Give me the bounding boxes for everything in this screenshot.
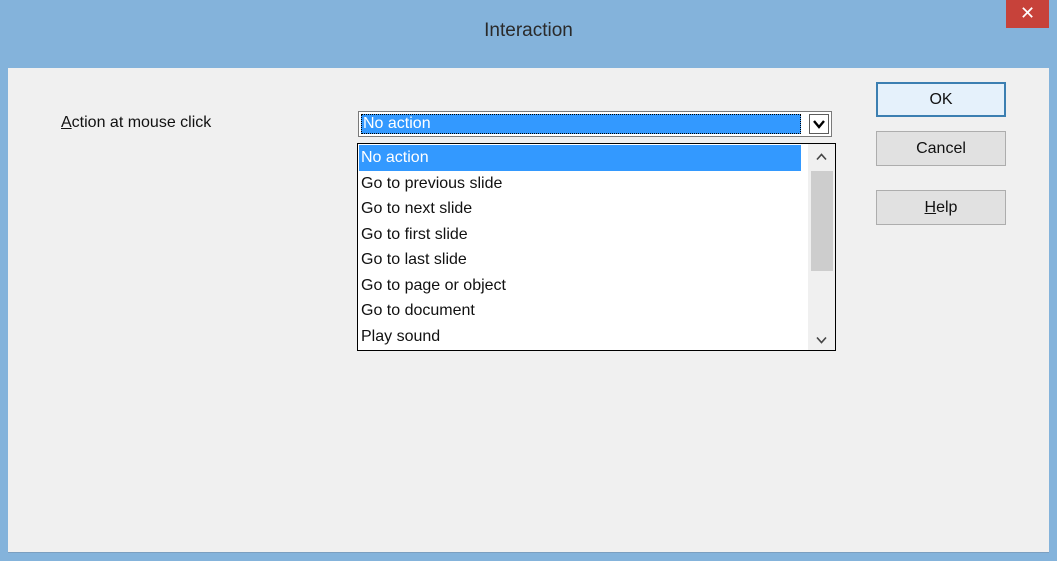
help-mnemonic: H bbox=[924, 199, 937, 216]
combobox-value: No action bbox=[361, 114, 801, 134]
action-dropdown-list: No action Go to previous slide Go to nex… bbox=[357, 143, 836, 351]
title-bar[interactable]: Interaction ✕ bbox=[0, 0, 1057, 68]
ok-button[interactable]: OK bbox=[876, 82, 1006, 117]
help-label-text: elp bbox=[936, 199, 958, 216]
list-item[interactable]: Go to document bbox=[359, 298, 801, 324]
action-label-mnemonic: A bbox=[61, 114, 72, 131]
list-item[interactable]: Go to first slide bbox=[359, 222, 801, 248]
list-item[interactable]: Go to next slide bbox=[359, 196, 801, 222]
scroll-down-button[interactable] bbox=[808, 330, 835, 350]
chevron-up-icon bbox=[816, 153, 827, 161]
scroll-up-button[interactable] bbox=[808, 147, 835, 167]
cancel-button[interactable]: Cancel bbox=[876, 131, 1006, 166]
dialog-window: Interaction ✕ Action at mouse click No a… bbox=[0, 0, 1057, 561]
list-item[interactable]: No action bbox=[359, 145, 801, 171]
action-label-text: ction at mouse click bbox=[71, 114, 212, 131]
scroll-thumb[interactable] bbox=[811, 171, 833, 271]
help-button[interactable]: Help bbox=[876, 190, 1006, 225]
list-item[interactable]: Play sound bbox=[359, 324, 801, 350]
combobox-dropdown-button[interactable] bbox=[809, 114, 829, 134]
chevron-down-icon bbox=[813, 120, 825, 129]
chevron-down-icon bbox=[816, 336, 827, 344]
dialog-body: Action at mouse click No action No actio… bbox=[8, 68, 1049, 553]
action-combobox[interactable]: No action bbox=[358, 111, 832, 137]
window-title: Interaction bbox=[484, 20, 573, 41]
close-button[interactable]: ✕ bbox=[1006, 0, 1049, 28]
action-label: Action at mouse click bbox=[61, 114, 211, 132]
list-item[interactable]: Go to previous slide bbox=[359, 171, 801, 197]
dropdown-options: No action Go to previous slide Go to nex… bbox=[359, 145, 801, 349]
close-icon: ✕ bbox=[1019, 3, 1036, 23]
dropdown-scrollbar[interactable] bbox=[808, 144, 835, 350]
list-item[interactable]: Go to page or object bbox=[359, 273, 801, 299]
list-item[interactable]: Go to last slide bbox=[359, 247, 801, 273]
